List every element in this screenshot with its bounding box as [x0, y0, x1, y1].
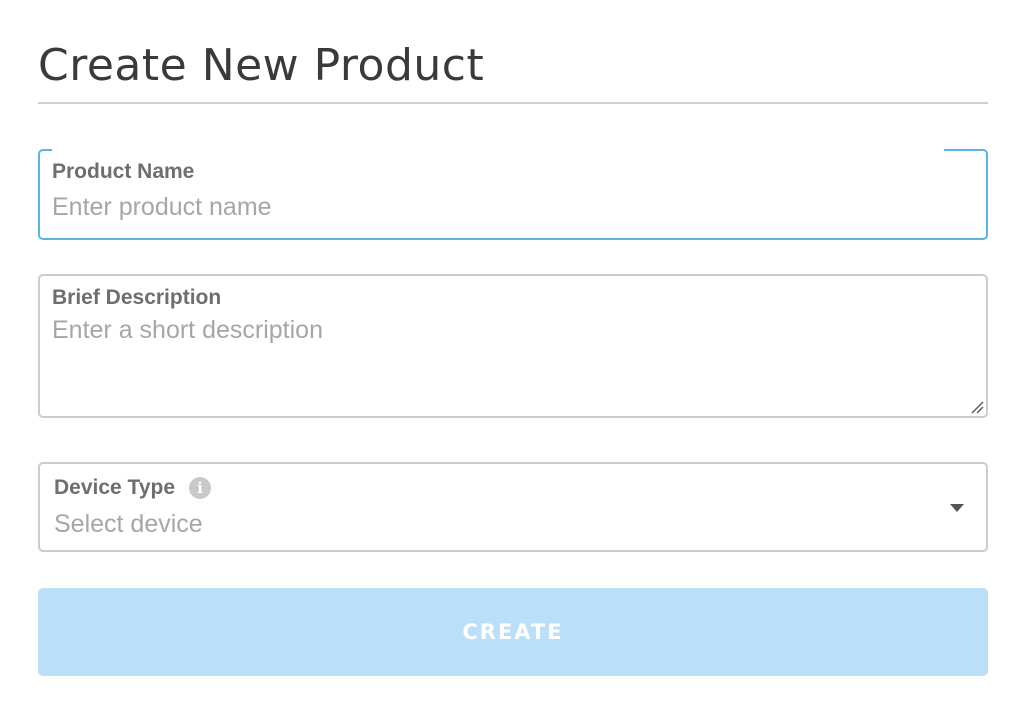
title-divider [38, 102, 988, 104]
device-type-label: Device Type i [54, 476, 212, 500]
description-field[interactable]: Brief Description Enter a short descript… [38, 274, 988, 418]
product-name-label: Product Name [52, 160, 195, 183]
device-type-select[interactable]: Device Type i Select device [38, 462, 988, 552]
device-type-selected-value[interactable]: Select device [54, 510, 203, 539]
focus-border-gap [52, 149, 944, 151]
product-name-field[interactable]: Product Name Enter product name [38, 149, 988, 240]
create-button[interactable]: CREATE [38, 588, 988, 676]
info-icon[interactable]: i [189, 477, 212, 499]
chevron-down-icon[interactable] [950, 504, 964, 512]
description-label: Brief Description [52, 286, 222, 309]
create-product-form: Create New Product Product Name Enter pr… [0, 0, 1032, 712]
page-title: Create New Product [38, 40, 485, 91]
device-type-label-text: Device Type [54, 476, 176, 499]
product-name-input[interactable]: Enter product name [52, 193, 272, 222]
description-textarea[interactable]: Enter a short description [52, 316, 323, 345]
resize-handle-icon[interactable] [968, 398, 984, 414]
